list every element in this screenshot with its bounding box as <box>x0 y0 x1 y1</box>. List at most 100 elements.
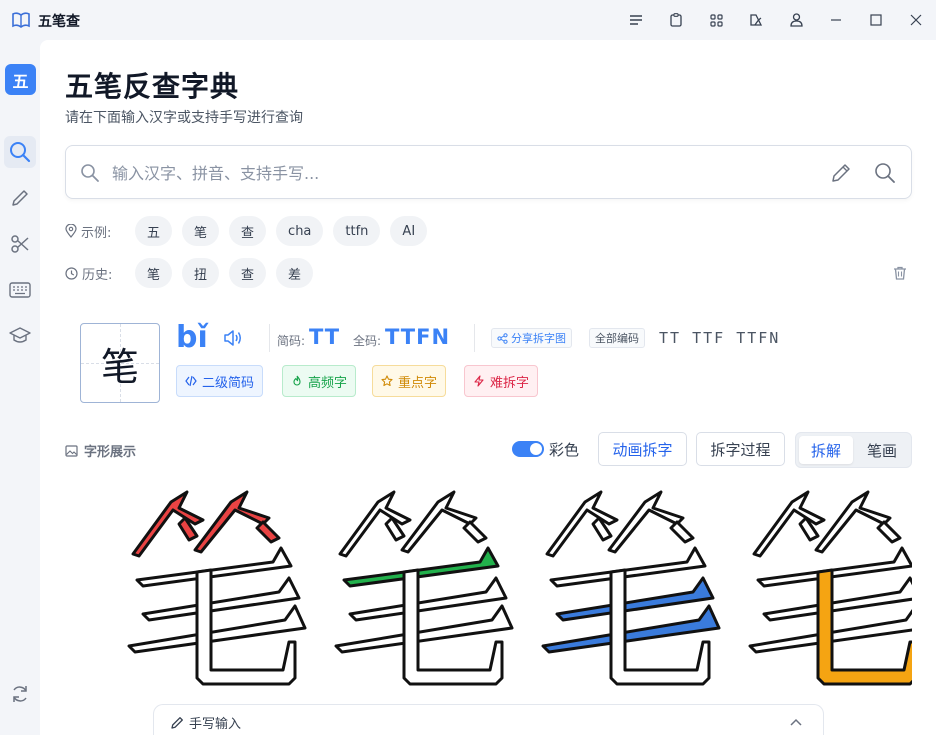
example-chip[interactable]: 五 <box>135 216 173 246</box>
example-chip[interactable]: 查 <box>229 216 267 246</box>
examples-row: 示例: 五 笔 查 cha ttfn AI <box>65 215 437 247</box>
example-chip[interactable]: cha <box>276 216 324 246</box>
all-codes: TT TTF TTFN <box>659 329 781 347</box>
glyph-step-3 <box>541 490 721 686</box>
short-code: TT <box>309 325 341 349</box>
view-mode-segmented: 拆解 笔画 <box>795 432 912 468</box>
animate-split-button[interactable]: 动画拆字 <box>598 432 687 466</box>
sidebar-item-search[interactable] <box>4 136 36 168</box>
handwriting-label: 手写输入 <box>189 717 242 732</box>
glyph-section-header: 字形展示 <box>65 441 136 460</box>
clipboard-icon <box>670 13 682 27</box>
all-codes-label: 全部编码 <box>595 332 639 345</box>
color-toggle[interactable] <box>512 441 544 457</box>
handwriting-drawer[interactable]: 手写输入 <box>153 704 824 735</box>
speaker-icon[interactable] <box>223 329 243 347</box>
pencil-icon <box>12 190 28 206</box>
apps-button[interactable] <box>706 10 726 30</box>
trash-icon[interactable] <box>892 265 908 281</box>
search-button[interactable] <box>872 160 898 186</box>
history-chip[interactable]: 扭 <box>182 258 220 288</box>
split-process-button[interactable]: 拆字过程 <box>696 432 785 466</box>
glyph-step-4 <box>748 490 912 686</box>
graduation-cap-icon <box>9 327 31 343</box>
theme-button[interactable] <box>746 10 766 30</box>
chevron-up-icon[interactable] <box>788 715 804 731</box>
tag-level2-code[interactable]: 二级简码 <box>176 365 264 397</box>
main-panel: 五笔反查字典 请在下面输入汉字或支持手写进行查询 示例: 五 笔 查 cha t… <box>40 40 936 735</box>
star-icon <box>381 375 393 387</box>
menu-button[interactable] <box>626 10 646 30</box>
list-icon <box>630 15 642 25</box>
book-icon <box>12 12 30 28</box>
sidebar-item-learn[interactable] <box>4 320 36 352</box>
segment-strokes[interactable]: 笔画 <box>855 436 909 464</box>
tag-hard-to-split[interactable]: 难拆字 <box>464 365 539 397</box>
share-icon <box>497 332 508 344</box>
segment-decompose[interactable]: 拆解 <box>799 436 853 464</box>
keyboard-icon <box>9 282 31 298</box>
short-code-label: 简码: <box>277 334 306 348</box>
sidebar: 五 <box>0 40 40 735</box>
clipboard-button[interactable] <box>666 10 686 30</box>
search-icon <box>81 164 99 182</box>
example-chip[interactable]: ttfn <box>333 216 381 246</box>
history-chip[interactable]: 查 <box>229 258 267 288</box>
clock-icon <box>65 266 78 280</box>
sidebar-item-sync[interactable] <box>4 678 36 710</box>
example-chip[interactable]: AI <box>390 216 428 246</box>
refresh-icon <box>13 686 27 702</box>
search-icon <box>10 142 31 163</box>
sidebar-item-handwrite[interactable] <box>4 182 36 214</box>
example-chip[interactable]: 笔 <box>182 216 220 246</box>
handwrite-button[interactable] <box>828 160 854 186</box>
account-button[interactable] <box>786 10 806 30</box>
location-pin-icon <box>65 224 77 238</box>
sidebar-item-split[interactable] <box>4 228 36 260</box>
grid-icon <box>709 13 723 27</box>
tag-key-character[interactable]: 重点字 <box>372 365 447 397</box>
pinyin: bǐ <box>176 320 208 355</box>
character-box: 笔 <box>80 323 160 403</box>
close-button[interactable] <box>906 10 926 30</box>
history-row: 历史: 笔 扭 查 差 <box>65 257 323 289</box>
flame-icon <box>293 375 301 386</box>
palette-icon <box>750 14 763 26</box>
search-box <box>65 145 912 199</box>
sidebar-item-keyboard[interactable] <box>4 274 36 306</box>
full-code: TTFN <box>385 325 451 349</box>
color-toggle-label: 彩色 <box>549 441 580 459</box>
history-label: 历史: <box>82 267 113 283</box>
history-chip[interactable]: 笔 <box>135 258 173 288</box>
code-icon <box>185 375 197 387</box>
page-subtitle: 请在下面输入汉字或支持手写进行查询 <box>65 110 303 126</box>
character: 笔 <box>100 344 139 389</box>
tag-high-frequency[interactable]: 高频字 <box>282 365 357 397</box>
full-code-label: 全码: <box>353 334 382 348</box>
glyph-decomposition <box>127 490 912 686</box>
all-codes-badge: 全部编码 <box>589 328 645 348</box>
maximize-icon <box>870 14 882 26</box>
glyph-step-1 <box>127 490 307 686</box>
share-label: 分享拆字图 <box>511 332 566 345</box>
history-chip[interactable]: 差 <box>276 258 314 288</box>
share-button[interactable]: 分享拆字图 <box>491 328 572 348</box>
minimize-icon <box>831 19 841 21</box>
examples-label: 示例: <box>81 225 112 241</box>
user-icon <box>789 13 803 27</box>
minimize-button[interactable] <box>826 10 846 30</box>
search-input[interactable] <box>112 158 812 188</box>
maximize-button[interactable] <box>866 10 886 30</box>
page-title: 五笔反查字典 <box>65 70 240 103</box>
pencil-icon <box>171 716 183 729</box>
title-bar: 五笔查 <box>0 0 936 40</box>
search-icon <box>875 163 895 183</box>
lightning-icon <box>474 375 484 387</box>
glyph-step-2 <box>334 490 514 686</box>
pencil-icon <box>832 164 850 182</box>
app-title: 五笔查 <box>38 14 80 30</box>
scissors-icon <box>11 235 29 253</box>
image-icon <box>65 444 78 457</box>
app-logo: 五 <box>5 64 36 95</box>
glyph-section-label: 字形展示 <box>84 445 137 460</box>
